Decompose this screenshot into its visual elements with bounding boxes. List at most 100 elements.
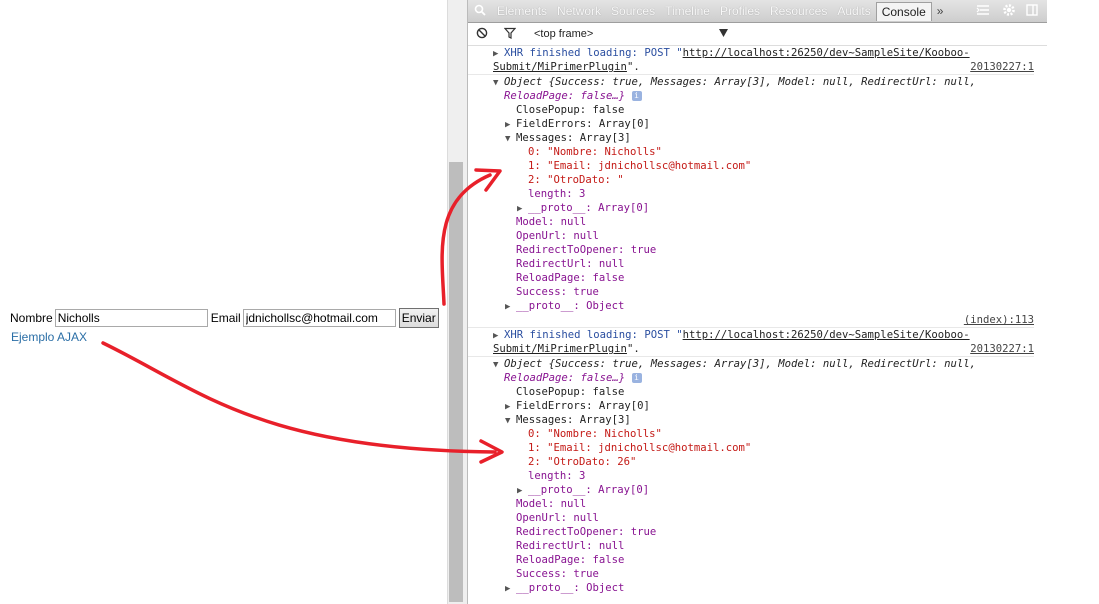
object-summary-text: Object {Success: true, Messages: Array[3… [504, 76, 976, 88]
object-summary[interactable]: ▼ Object {Success: true, Messages: Array[… [468, 356, 1048, 371]
execution-icon[interactable] [976, 4, 994, 19]
xhr-url-link[interactable]: http://localhost:26250/dev~SampleSite/Ko… [683, 47, 970, 59]
console-xhr-line-cont: Submit/MiPrimerPlugin". 20130227:1 [468, 342, 1048, 356]
gear-icon[interactable] [1002, 3, 1020, 20]
prop-text: length: 3 [528, 188, 586, 200]
prop-text: __proto__: Object [516, 582, 625, 594]
nombre-label: Nombre [10, 311, 53, 325]
xhr-url-link-cont[interactable]: Submit/MiPrimerPlugin [493, 343, 627, 355]
prop-redirecttoopener: RedirectToOpener: true [468, 243, 1048, 257]
dock-icon[interactable] [1026, 3, 1042, 19]
enviar-button[interactable]: Enviar [398, 308, 439, 328]
object-summary-text: Object {Success: true, Messages: Array[3… [504, 358, 976, 370]
tab-console[interactable]: Console [875, 1, 932, 21]
frame-select[interactable]: <top frame> [534, 28, 728, 40]
tab-timeline[interactable]: Timeline [660, 4, 715, 18]
prop-text: __proto__: Array[0] [528, 484, 650, 496]
prop-proto-array[interactable]: ▶ __proto__: Array[0] [468, 483, 1048, 497]
info-icon[interactable]: i [631, 91, 642, 101]
prop-proto-object[interactable]: ▶ __proto__: Object [468, 581, 1048, 595]
index-source-link[interactable]: (index):113 [964, 313, 1034, 327]
prop-success: Success: true [468, 567, 1048, 581]
tab-overflow-icon[interactable]: » [932, 4, 949, 18]
prop-text: 1: "Email: jdnichollsc@hotmail.com" [528, 160, 752, 172]
devtools-panel: Elements Network Sources Timeline Profil… [467, 0, 1048, 604]
object-summary[interactable]: ▼ Object {Success: true, Messages: Array[… [468, 74, 1048, 89]
prop-text: Success: true [516, 286, 599, 298]
prop-closepopup: ClosePopup: false [468, 385, 1048, 399]
prop-text: ReloadPage: false [516, 554, 625, 566]
tab-profiles[interactable]: Profiles [715, 4, 765, 18]
email-input[interactable] [242, 309, 396, 327]
tab-resources[interactable]: Resources [765, 4, 832, 18]
tab-audits[interactable]: Audits [832, 4, 875, 18]
prop-text: RedirectToOpener: true [516, 526, 657, 538]
web-page: Nombre Email Enviar Ejemplo AJAX [0, 0, 447, 604]
prop-reloadpage: ReloadPage: false [468, 553, 1048, 567]
prop-success: Success: true [468, 285, 1048, 299]
prop-text: Messages: Array[3] [516, 132, 631, 144]
prop-messages[interactable]: ▼ Messages: Array[3] [468, 131, 1048, 145]
dropdown-arrow-icon [719, 28, 728, 40]
console-xhr-line-cont: Submit/MiPrimerPlugin". 20130227:1 [468, 60, 1048, 74]
object-summary-text-cont: ReloadPage: false…} [504, 372, 626, 384]
prop-redirecttoopener: RedirectToOpener: true [468, 525, 1048, 539]
object-summary-cont: ReloadPage: false…} i [468, 371, 1048, 385]
prop-text: 0: "Nombre: Nicholls" [528, 428, 662, 440]
email-label: Email [210, 311, 241, 325]
console-toolbar: <top frame> [468, 23, 1048, 46]
info-icon[interactable]: i [631, 373, 642, 383]
tab-network[interactable]: Network [552, 4, 606, 18]
prop-text: FieldErrors: Array[0] [516, 400, 650, 412]
xhr-suffix: ". [626, 61, 640, 73]
prop-fielderrors[interactable]: ▶ FieldErrors: Array[0] [468, 117, 1048, 131]
tab-elements[interactable]: Elements [492, 4, 552, 18]
frame-select-value: <top frame> [534, 28, 594, 40]
prop-model: Model: null [468, 497, 1048, 511]
prop-text: RedirectUrl: null [516, 258, 625, 270]
clear-console-icon[interactable] [468, 27, 496, 42]
prop-text: __proto__: Object [516, 300, 625, 312]
source-link[interactable]: 20130227:1 [970, 60, 1034, 74]
message-2: 2: "OtroDato: 26" [468, 455, 1048, 469]
xhr-text: XHR finished loading: POST " [504, 47, 683, 59]
prop-text: Success: true [516, 568, 599, 580]
tab-sources[interactable]: Sources [606, 4, 660, 18]
page-scrollbar-thumb[interactable] [449, 162, 463, 602]
message-1: 1: "Email: jdnichollsc@hotmail.com" [468, 159, 1048, 173]
prop-reloadpage: ReloadPage: false [468, 271, 1048, 285]
prop-text: ClosePopup: false [516, 386, 625, 398]
ajax-form: Nombre Email Enviar [10, 308, 439, 328]
prop-closepopup: ClosePopup: false [468, 103, 1048, 117]
xhr-text: XHR finished loading: POST " [504, 329, 683, 341]
prop-text: 0: "Nombre: Nicholls" [528, 146, 662, 158]
prop-text: ClosePopup: false [516, 104, 625, 116]
console-scrollbar[interactable] [1034, 46, 1048, 604]
xhr-url-link[interactable]: http://localhost:26250/dev~SampleSite/Ko… [683, 329, 970, 341]
messages-length: length: 3 [468, 469, 1048, 483]
filter-icon[interactable] [496, 27, 524, 42]
console-xhr-line: ▶ XHR finished loading: POST "http://loca… [468, 327, 1048, 342]
devtools-tab-bar: Elements Network Sources Timeline Profil… [468, 0, 1048, 23]
prop-proto-object[interactable]: ▶ __proto__: Object [468, 299, 1048, 313]
console-xhr-line: ▶ XHR finished loading: POST "http://loca… [493, 47, 970, 59]
xhr-suffix: ". [626, 343, 640, 355]
prop-text: OpenUrl: null [516, 512, 599, 524]
ejemplo-ajax-link[interactable]: Ejemplo AJAX [11, 330, 87, 344]
prop-text: RedirectToOpener: true [516, 244, 657, 256]
prop-text: 2: "OtroDato: " [528, 174, 624, 186]
prop-proto-array[interactable]: ▶ __proto__: Array[0] [468, 201, 1048, 215]
prop-text: FieldErrors: Array[0] [516, 118, 650, 130]
prop-messages[interactable]: ▼ Messages: Array[3] [468, 413, 1048, 427]
source-link[interactable]: 20130227:1 [970, 342, 1034, 356]
xhr-url-link-cont[interactable]: Submit/MiPrimerPlugin [493, 61, 627, 73]
object-summary-text-cont: ReloadPage: false…} [504, 90, 626, 102]
prop-text: 1: "Email: jdnichollsc@hotmail.com" [528, 442, 752, 454]
prop-text: ReloadPage: false [516, 272, 625, 284]
prop-fielderrors[interactable]: ▶ FieldErrors: Array[0] [468, 399, 1048, 413]
prop-text: length: 3 [528, 470, 586, 482]
nombre-input[interactable] [54, 309, 208, 327]
prop-redirecturl: RedirectUrl: null [468, 257, 1048, 271]
search-icon[interactable] [468, 4, 492, 19]
prop-text: Model: null [516, 498, 587, 510]
